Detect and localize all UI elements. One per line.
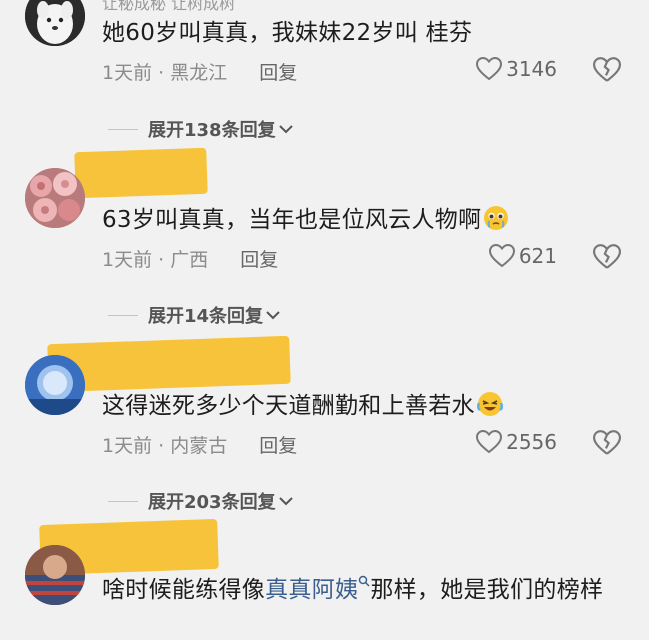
comment-text: 这得迷死多少个天道酬勤和上善若水 — [102, 389, 629, 423]
expand-replies-label: 展开138条回复 — [148, 120, 276, 141]
comment-text: 啥时候能练得像真真阿姨 那样，她是我们的榜样 — [102, 575, 604, 603]
divider — [108, 314, 138, 316]
avatar[interactable] — [25, 168, 85, 228]
like-button[interactable]: 621 — [488, 244, 557, 268]
heart-icon — [476, 57, 503, 81]
search-icon — [359, 575, 370, 587]
reply-button[interactable]: 回复 — [259, 435, 297, 457]
comment-text: 她60岁叫真真，我妹妹22岁叫 桂芬 — [102, 20, 473, 46]
reply-button[interactable]: 回复 — [240, 249, 278, 271]
broken-heart-icon[interactable] — [593, 430, 621, 456]
comment-location: 内蒙古 — [170, 435, 228, 457]
like-count: 3146 — [506, 57, 557, 81]
avatar[interactable] — [25, 355, 85, 415]
broken-heart-icon[interactable] — [593, 57, 621, 83]
heart-icon — [476, 430, 503, 454]
comment-time: 1天前 — [102, 62, 153, 84]
comment-time: 1天前 — [102, 249, 153, 271]
avatar[interactable] — [25, 0, 85, 46]
comment-meta: 1天前 · 内蒙古 回复 — [102, 435, 298, 457]
like-button[interactable]: 2556 — [476, 430, 557, 454]
broken-heart-icon[interactable] — [593, 244, 621, 270]
expand-replies-button[interactable]: 展开14条回复 — [108, 302, 281, 328]
chevron-down-icon — [278, 497, 293, 506]
previous-username-strip: 让秘成秘 让树成树 — [102, 0, 236, 13]
expand-replies-label: 展开203条回复 — [148, 492, 276, 513]
divider — [108, 500, 138, 502]
like-count: 2556 — [506, 430, 557, 454]
like-count: 621 — [518, 244, 557, 268]
like-button[interactable]: 3146 — [476, 57, 557, 81]
comment-location: 广西 — [170, 249, 209, 271]
laughing-crying-emoji-icon — [476, 392, 503, 416]
username-redaction — [74, 147, 208, 199]
reply-button[interactable]: 回复 — [259, 62, 297, 84]
comment-meta: 1天前 · 黑龙江 回复 — [102, 62, 298, 84]
chevron-down-icon — [278, 125, 293, 134]
search-link[interactable]: 真真阿姨 — [265, 575, 370, 603]
divider — [108, 128, 138, 130]
comment-location: 黑龙江 — [170, 62, 228, 84]
avatar[interactable] — [25, 545, 85, 605]
expand-replies-button[interactable]: 展开203条回复 — [108, 488, 294, 514]
comment-time: 1天前 — [102, 435, 153, 457]
teary-eyed-emoji-icon — [484, 206, 509, 230]
heart-icon — [488, 244, 515, 268]
comment-text: 63岁叫真真，当年也是位风云人物啊 — [102, 203, 629, 237]
comment-meta: 1天前 · 广西 回复 — [102, 249, 279, 271]
chevron-down-icon — [266, 311, 280, 320]
expand-replies-label: 展开14条回复 — [148, 306, 264, 327]
expand-replies-button[interactable]: 展开138条回复 — [108, 116, 294, 142]
